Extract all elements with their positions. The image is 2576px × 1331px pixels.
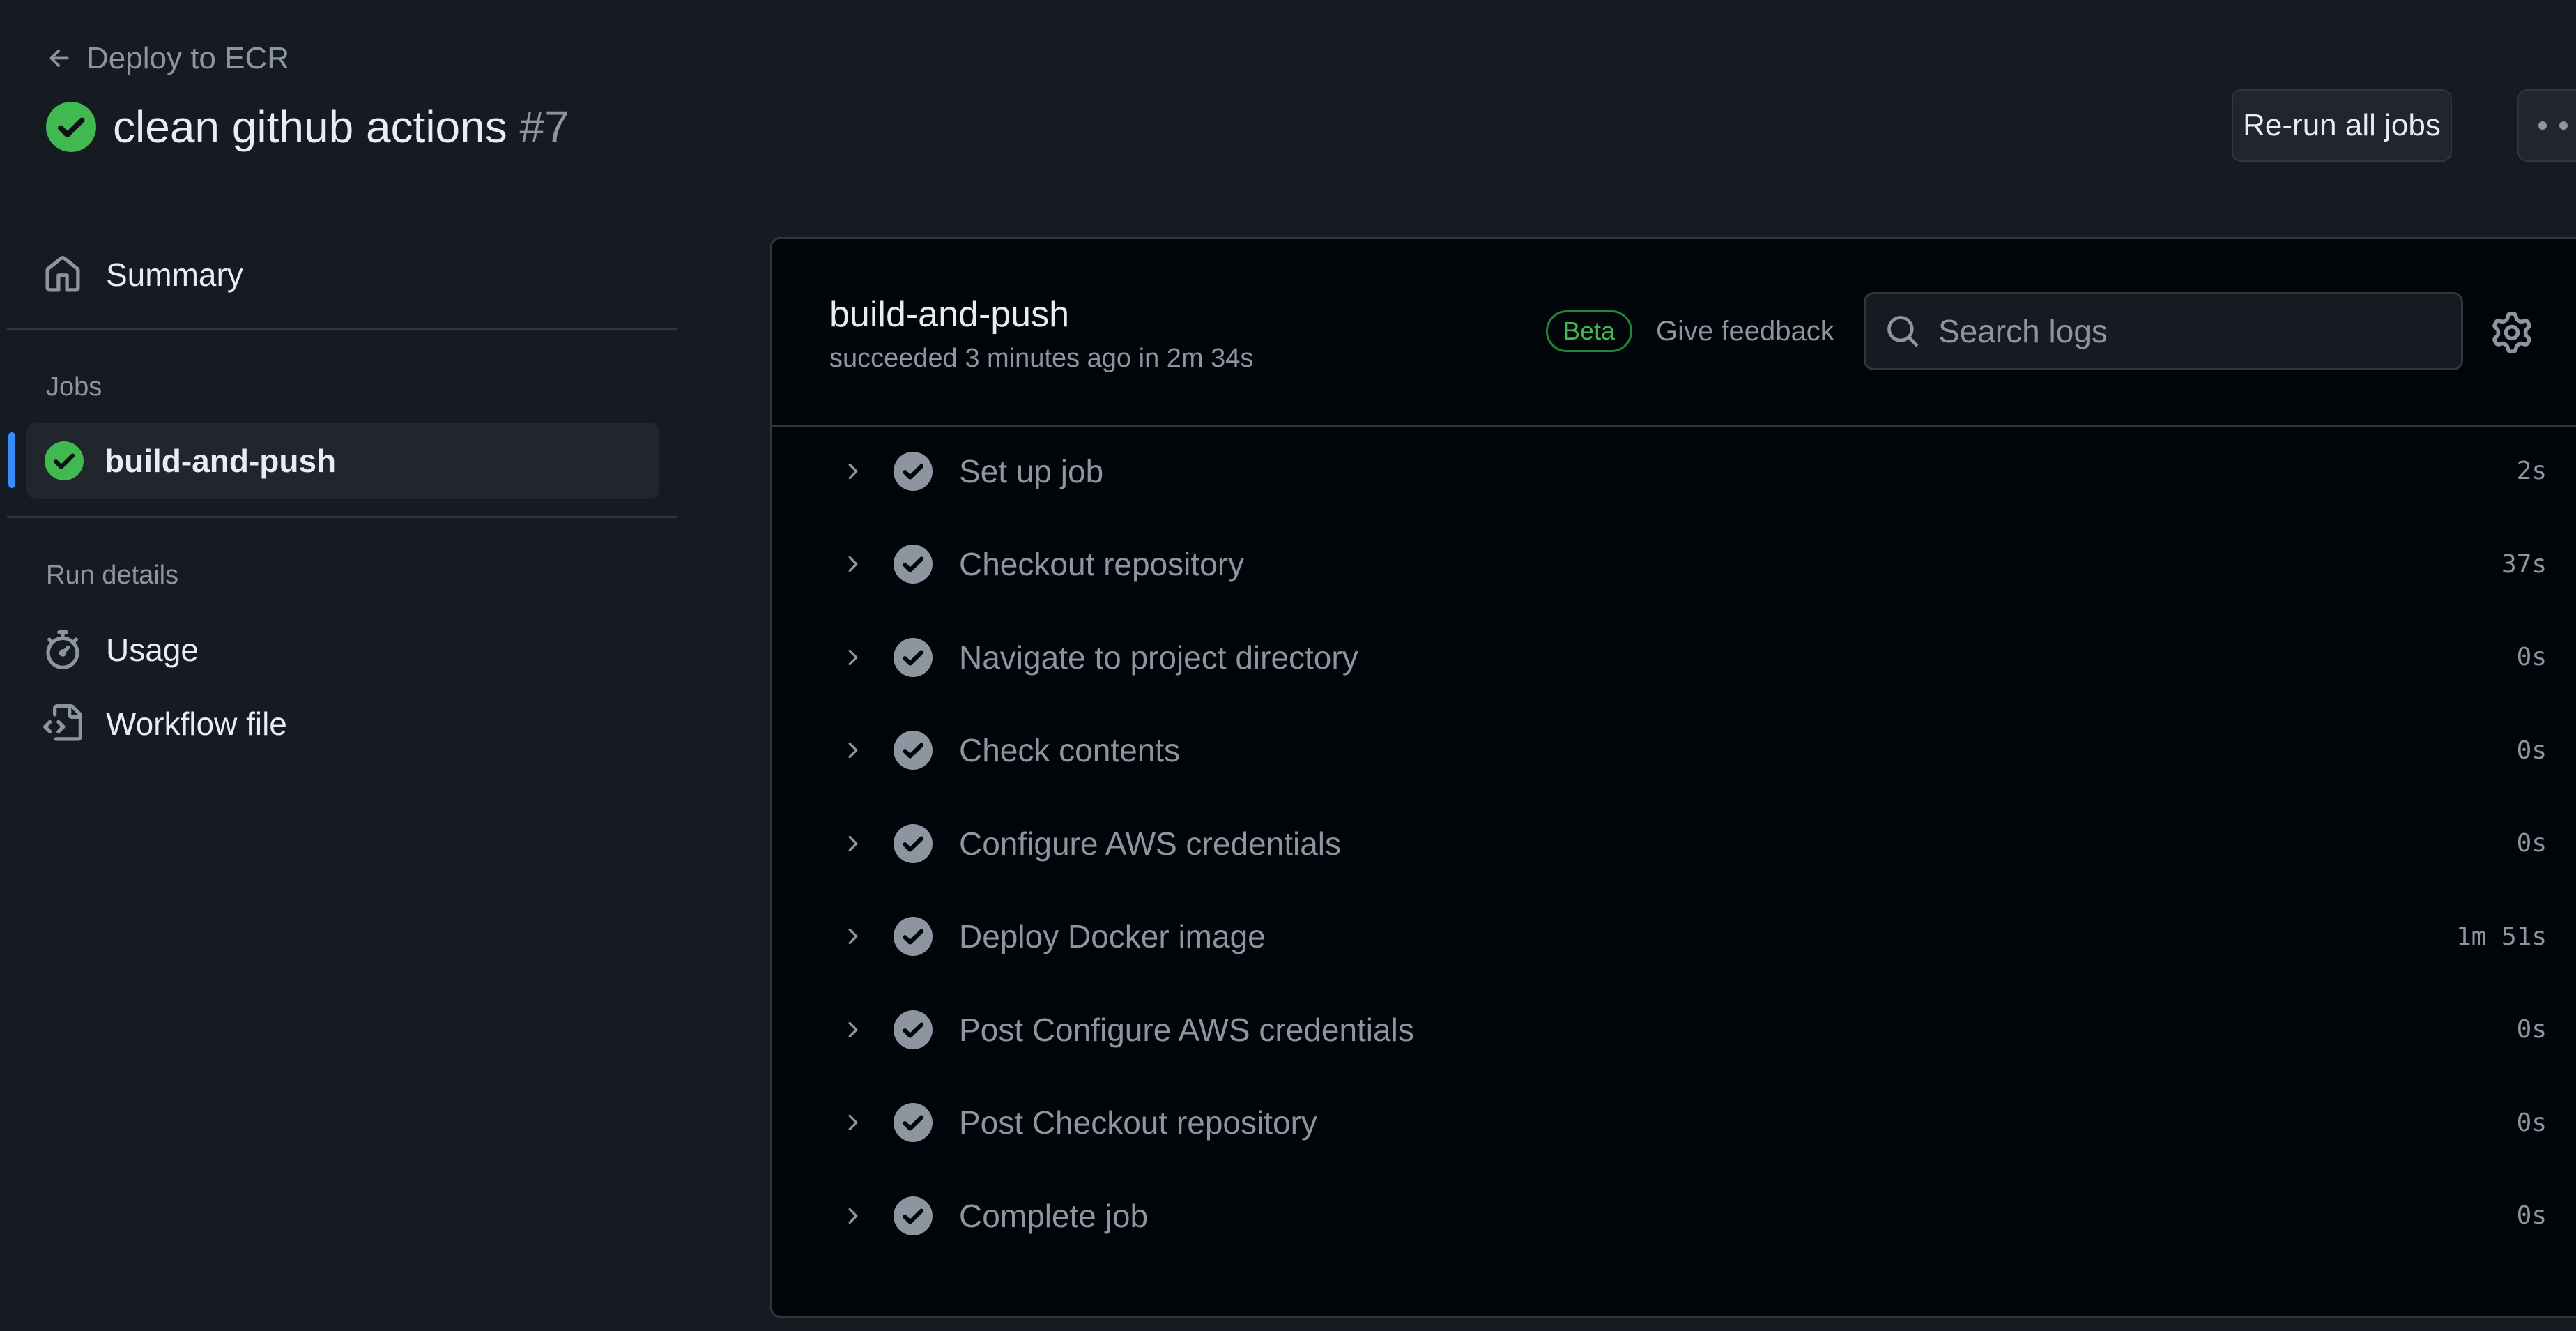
step-duration: 2s	[2516, 457, 2547, 486]
step-name: Checkout repository	[959, 546, 1245, 583]
check-circle-icon	[894, 1196, 933, 1235]
job-panel: build-and-push succeeded 3 minutes ago i…	[770, 237, 2576, 1318]
give-feedback-link[interactable]: Give feedback	[1656, 316, 1834, 347]
chevron-right-icon[interactable]	[839, 645, 864, 670]
chevron-right-icon[interactable]	[839, 1203, 864, 1229]
stopwatch-icon	[43, 630, 82, 669]
sidebar-item-build-and-push[interactable]: build-and-push	[26, 423, 659, 499]
beta-badge: Beta	[1546, 310, 1633, 352]
back-link-label: Deploy to ECR	[86, 41, 290, 75]
step-name: Post Configure AWS credentials	[959, 1011, 1414, 1048]
chevron-right-icon[interactable]	[839, 1017, 864, 1042]
sidebar-divider	[7, 328, 677, 330]
job-meta: succeeded 3 minutes ago in 2m 34s	[829, 344, 1254, 373]
gear-icon	[2491, 312, 2533, 353]
file-code-icon	[43, 704, 82, 743]
sidebar-item-label: Usage	[106, 632, 199, 668]
search-logs-input[interactable]: Search logs	[1864, 292, 2463, 370]
sidebar-item-label: build-and-push	[105, 443, 337, 479]
step-duration: 0s	[2516, 643, 2547, 672]
check-circle-icon	[894, 451, 933, 491]
step-row[interactable]: Complete job 0s	[772, 1169, 2576, 1263]
run-title: clean github actions #7	[113, 101, 569, 153]
step-row[interactable]: Checkout repository 37s	[772, 518, 2576, 611]
chevron-right-icon[interactable]	[839, 1110, 864, 1135]
step-row[interactable]: Deploy Docker image 1m 51s	[772, 890, 2576, 984]
step-duration: 0s	[2516, 1015, 2547, 1044]
step-row[interactable]: Check contents 0s	[772, 704, 2576, 798]
run-number: #7	[519, 102, 569, 152]
check-circle-icon	[894, 1103, 933, 1143]
check-circle-fill-icon	[45, 441, 84, 480]
check-circle-icon	[894, 917, 933, 957]
step-duration: 1m 51s	[2455, 922, 2547, 951]
step-name: Check contents	[959, 732, 1181, 769]
jobs-heading: Jobs	[46, 372, 102, 402]
sidebar-item-label: Summary	[106, 257, 243, 293]
step-row[interactable]: Post Configure AWS credentials 0s	[772, 983, 2576, 1077]
arrow-left-icon	[46, 45, 74, 73]
step-duration: 0s	[2516, 1108, 2547, 1137]
step-name: Post Checkout repository	[959, 1104, 1317, 1141]
sidebar-item-usage[interactable]: Usage	[43, 615, 199, 685]
check-circle-fill-icon	[46, 102, 96, 152]
chevron-right-icon[interactable]	[839, 924, 864, 949]
step-row[interactable]: Set up job 2s	[772, 425, 2576, 518]
run-title-text: clean github actions	[113, 102, 507, 152]
rerun-all-jobs-button[interactable]: Re-run all jobs	[2232, 89, 2452, 162]
step-name: Deploy Docker image	[959, 918, 1266, 955]
chevron-right-icon[interactable]	[839, 459, 864, 484]
sidebar-divider	[7, 516, 677, 518]
step-duration: 0s	[2516, 829, 2547, 858]
check-circle-icon	[894, 1010, 933, 1049]
step-name: Configure AWS credentials	[959, 825, 1342, 862]
steps-list: Set up job 2s Checkout repository 37s Na…	[772, 425, 2576, 1263]
job-name: build-and-push	[829, 294, 1070, 335]
step-duration: 0s	[2516, 736, 2547, 765]
log-settings-button[interactable]	[2491, 312, 2533, 353]
step-name: Set up job	[959, 452, 1104, 489]
page-title: clean github actions #7	[46, 99, 569, 155]
back-link-deploy-to-ecr[interactable]: Deploy to ECR	[46, 39, 289, 78]
sidebar-item-label: Workflow file	[106, 706, 287, 742]
sidebar-item-summary[interactable]: Summary	[43, 240, 243, 310]
chevron-right-icon[interactable]	[839, 738, 864, 763]
check-circle-icon	[894, 545, 933, 584]
search-icon	[1885, 314, 1920, 349]
active-indicator	[8, 432, 15, 488]
chevron-right-icon[interactable]	[839, 831, 864, 856]
step-name: Navigate to project directory	[959, 639, 1358, 676]
check-circle-icon	[894, 823, 933, 863]
check-circle-icon	[894, 731, 933, 770]
step-row[interactable]: Post Checkout repository 0s	[772, 1077, 2576, 1170]
run-details-heading: Run details	[46, 561, 179, 590]
more-options-button[interactable]	[2517, 89, 2576, 162]
step-row[interactable]: Configure AWS credentials 0s	[772, 797, 2576, 890]
step-row[interactable]: Navigate to project directory 0s	[772, 611, 2576, 704]
chevron-right-icon[interactable]	[839, 552, 864, 577]
step-duration: 37s	[2501, 549, 2547, 579]
step-duration: 0s	[2516, 1201, 2547, 1231]
search-placeholder: Search logs	[1938, 313, 2108, 349]
step-name: Complete job	[959, 1197, 1149, 1234]
home-icon	[43, 255, 82, 294]
job-header: build-and-push succeeded 3 minutes ago i…	[772, 239, 2576, 427]
kebab-horizontal-icon	[2536, 119, 2576, 132]
check-circle-icon	[894, 637, 933, 677]
sidebar-item-workflow-file[interactable]: Workflow file	[43, 689, 287, 759]
